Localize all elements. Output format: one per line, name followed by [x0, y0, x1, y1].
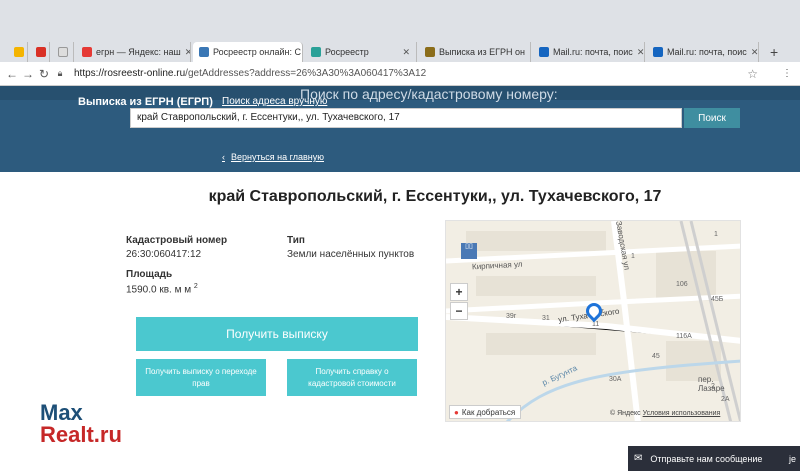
search-button[interactable]: Поиск [684, 108, 740, 128]
chat-extra: je [788, 453, 796, 464]
tab-label: Росреестр онлайн: С [213, 47, 301, 57]
tab-pinned-3[interactable] [52, 42, 74, 62]
tab-pinned-1[interactable] [8, 42, 28, 62]
area-number: 1590.0 кв. м м [126, 284, 192, 296]
type-label: Тип [287, 235, 305, 246]
back-arrow-icon[interactable]: ← [4, 67, 20, 81]
cadastral-label: Кадастровый номер [126, 235, 228, 246]
zoom-out-button[interactable]: − [450, 302, 468, 320]
get-extract-button[interactable]: Получить выписку [136, 317, 418, 351]
house-number: 1 [631, 253, 635, 260]
chat-label: Отправьте нам сообщение [650, 453, 763, 464]
close-icon[interactable]: ✕ [301, 47, 302, 58]
favicon-icon [14, 47, 24, 57]
tab-label: Mail.ru: почта, поис [553, 47, 633, 57]
favicon-icon [58, 47, 68, 57]
tab-pinned-2[interactable] [30, 42, 50, 62]
tab-vypiska[interactable]: Выписка из ЕГРН он ✕ [419, 42, 531, 62]
chat-widget[interactable]: ✉ Отправьте нам сообщение je [628, 446, 800, 471]
house-number: 1 [714, 231, 718, 238]
transit-icon: ▯▯ [461, 243, 477, 259]
transfer-extract-button[interactable]: Получить выписку о переходе прав [136, 359, 266, 396]
close-icon[interactable]: ✕ [747, 47, 758, 58]
site-title: Выписка из ЕГРН (ЕГРП) [78, 96, 213, 108]
site-header: Поиск по адресу/кадастровому номеру: Вып… [0, 86, 800, 172]
reload-icon[interactable]: ↻ [36, 67, 52, 81]
house-number: 31 [542, 315, 550, 322]
favicon-icon [539, 47, 549, 57]
tab-yandex[interactable]: егрн — Яндекс: наш ✕ [76, 42, 191, 62]
area-label: Площадь [126, 269, 173, 280]
close-icon[interactable]: ✕ [525, 47, 530, 58]
house-number: 45Б [711, 296, 724, 303]
cadastral-value: 26:30:060417:12 [126, 249, 202, 260]
forward-arrow-icon[interactable]: → [20, 67, 36, 81]
house-number: 2 [711, 383, 715, 390]
search-caption: Поиск по адресу/кадастровому номеру: [300, 86, 558, 102]
address-bar: ← → ↻ 🔒︎ https://rosreestr-online.ru/get… [0, 62, 800, 86]
map-copyright: © Яндекс Условия использования [610, 410, 720, 417]
tab-rosreestr-online[interactable]: Росреестр онлайн: С ✕ [193, 42, 303, 62]
search-input[interactable]: край Ставропольский, г. Ессентуки,, ул. … [130, 108, 682, 128]
type-value: Земли населённых пунктов [287, 249, 415, 260]
favicon-icon [199, 47, 209, 57]
tab-mail-2[interactable]: Mail.ru: почта, поис ✕ [647, 42, 759, 62]
close-icon[interactable]: ✕ [633, 47, 644, 58]
chevron-left-icon: ‹ [222, 152, 225, 162]
favicon-icon [82, 47, 92, 57]
close-icon[interactable]: ✕ [398, 47, 410, 58]
house-number: 45 [652, 353, 660, 360]
route-label: Как добраться [461, 407, 516, 417]
house-number: 106 [676, 281, 688, 288]
favicon-icon [36, 47, 46, 57]
terms-link[interactable]: Условия использования [643, 410, 721, 417]
route-button[interactable]: ● Как добраться [449, 405, 521, 419]
watermark-realt: Realt.ru [40, 422, 122, 447]
url-field[interactable]: https://rosreestr-online.ru/getAddresses… [74, 68, 426, 79]
house-number: 30А [609, 376, 622, 383]
favicon-icon [653, 47, 663, 57]
house-number: 39г [506, 313, 517, 320]
chat-icon: ✉ [634, 453, 643, 464]
area-sup: 2 [193, 283, 198, 290]
menu-icon[interactable]: ⋮ [782, 68, 792, 79]
location-pin-icon: ● [454, 407, 459, 417]
house-number: 116А [676, 333, 692, 340]
star-icon[interactable]: ☆ [747, 67, 758, 81]
close-icon[interactable]: ✕ [181, 47, 190, 58]
favicon-icon [425, 47, 435, 57]
area-value: 1590.0 кв. м м 2 [126, 283, 198, 295]
tab-label: Mail.ru: почта, поис [667, 47, 747, 57]
back-link[interactable]: ‹ Вернуться на главную [222, 152, 324, 162]
tab-rosreestr[interactable]: Росреестр ✕ [305, 42, 417, 62]
zoom-in-button[interactable]: + [450, 283, 468, 301]
map-street-label: пер. Лазаре [698, 375, 725, 393]
tab-mail-1[interactable]: Mail.ru: почта, поис ✕ [533, 42, 645, 62]
lock-icon: 🔒︎ [57, 68, 63, 78]
tab-label: егрн — Яндекс: наш [96, 47, 181, 57]
favicon-icon [311, 47, 321, 57]
cadastral-value-button[interactable]: Получить справку о кадастровой стоимости [287, 359, 417, 396]
browser-tab-bar: егрн — Яндекс: наш ✕ Росреестр онлайн: С… [0, 0, 800, 62]
tab-label: Росреестр [325, 47, 369, 57]
house-number: 2А [721, 396, 730, 403]
copyright-text: © Яндекс [610, 410, 641, 417]
tab-label: Выписка из ЕГРН он [439, 47, 526, 57]
manual-address-link[interactable]: Поиск адреса вручную [222, 96, 327, 107]
property-address-title: край Ставропольский, г. Ессентуки,, ул. … [208, 188, 662, 205]
map[interactable]: Кирпичная ул ул. Тухачевского Заводская … [445, 220, 741, 422]
back-link-label: Вернуться на главную [231, 152, 324, 162]
new-tab-button[interactable]: + [770, 44, 778, 60]
